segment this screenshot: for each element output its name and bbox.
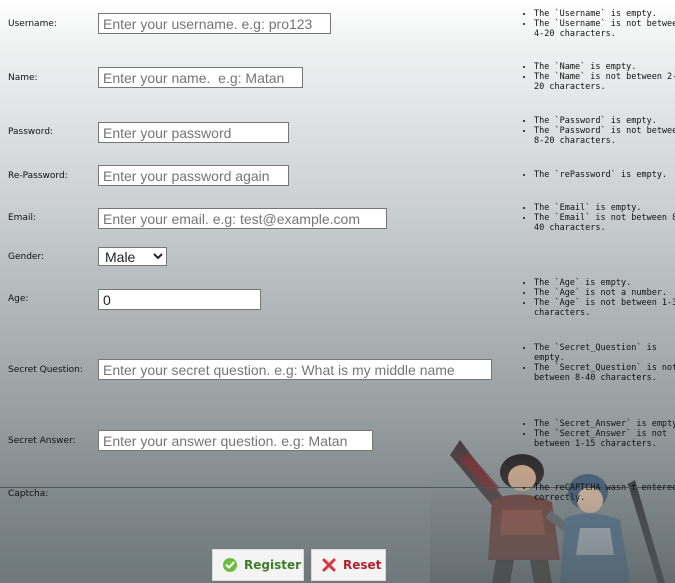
username-label: Username: bbox=[8, 19, 57, 29]
error-message: The `Username` is not between 4-20 chara… bbox=[534, 19, 675, 39]
repassword-label: Re-Password: bbox=[8, 171, 68, 181]
name-input[interactable] bbox=[98, 67, 303, 88]
secret-answer-label: Secret Answer: bbox=[8, 436, 76, 446]
error-message: The `Age` is empty. bbox=[534, 278, 675, 288]
secret-question-input[interactable] bbox=[98, 359, 492, 380]
error-message: The `Name` is empty. bbox=[534, 62, 675, 72]
captcha-label: Captcha: bbox=[8, 489, 49, 499]
error-message: The `Name` is not between 2-20 character… bbox=[534, 72, 675, 92]
reset-label: Reset bbox=[343, 558, 382, 572]
repassword-input[interactable] bbox=[98, 165, 289, 186]
error-message: The `Secret_Question` is not between 8-4… bbox=[534, 363, 675, 383]
x-mark-icon bbox=[321, 557, 337, 573]
reset-button[interactable]: Reset bbox=[311, 549, 386, 581]
gender-select[interactable]: Male bbox=[98, 247, 167, 266]
name-label: Name: bbox=[8, 73, 38, 83]
repassword-errors: The `rePassword` is empty. bbox=[520, 170, 675, 180]
error-message: The reCAPTCHA wasn't entered correctly. bbox=[534, 483, 675, 503]
gender-label: Gender: bbox=[8, 252, 45, 262]
error-message: The `Email` is not between 8-40 characte… bbox=[534, 213, 675, 233]
age-label: Age: bbox=[8, 294, 29, 304]
register-button[interactable]: Register bbox=[212, 549, 304, 581]
email-input[interactable] bbox=[98, 208, 387, 229]
error-message: The `Secret_Answer` is empty. bbox=[534, 419, 675, 429]
username-input[interactable] bbox=[98, 13, 331, 34]
background-character-art bbox=[430, 440, 675, 583]
password-errors: The `Password` is empty. The `Password` … bbox=[520, 116, 675, 146]
secret-answer-input[interactable] bbox=[98, 430, 373, 451]
age-input[interactable] bbox=[98, 289, 261, 310]
error-message: The `Age` is not a number. bbox=[534, 288, 675, 298]
password-input[interactable] bbox=[98, 122, 289, 143]
email-label: Email: bbox=[8, 213, 37, 223]
error-message: The `Password` is empty. bbox=[534, 116, 675, 126]
error-message: The `Age` is not between 1-30 characters… bbox=[534, 298, 675, 318]
error-message: The `Username` is empty. bbox=[534, 9, 675, 19]
error-message: The `rePassword` is empty. bbox=[534, 170, 675, 180]
captcha-errors: The reCAPTCHA wasn't entered correctly. bbox=[520, 483, 675, 503]
age-errors: The `Age` is empty. The `Age` is not a n… bbox=[520, 278, 675, 318]
register-label: Register bbox=[244, 558, 302, 572]
secret-question-errors: The `Secret_Question` is empty. The `Sec… bbox=[520, 343, 675, 383]
email-errors: The `Email` is empty. The `Email` is not… bbox=[520, 203, 675, 233]
password-label: Password: bbox=[8, 127, 54, 137]
check-circle-icon bbox=[222, 557, 238, 573]
username-errors: The `Username` is empty. The `Username` … bbox=[520, 9, 675, 39]
secret-question-label: Secret Question: bbox=[8, 365, 83, 375]
error-message: The `Password` is not between 8-20 chara… bbox=[534, 126, 675, 146]
name-errors: The `Name` is empty. The `Name` is not b… bbox=[520, 62, 675, 92]
error-message: The `Email` is empty. bbox=[534, 203, 675, 213]
error-message: The `Secret_Question` is empty. bbox=[534, 343, 675, 363]
